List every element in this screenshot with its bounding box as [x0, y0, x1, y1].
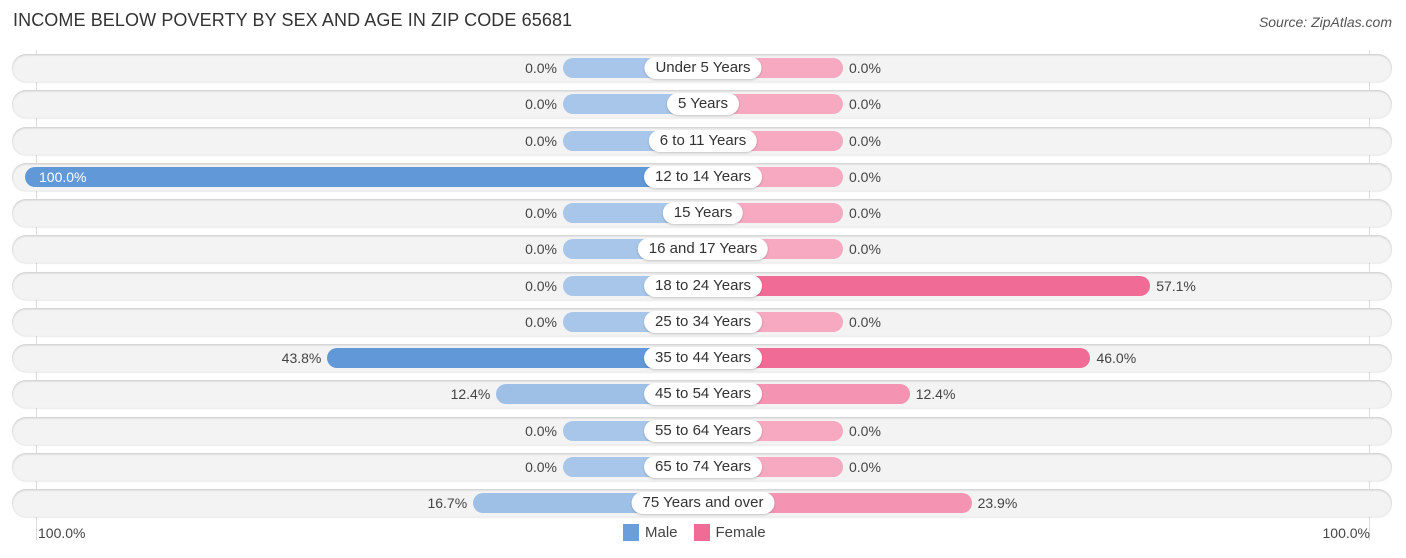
source-label: Source: ZipAtlas.com — [1258, 14, 1392, 30]
category-label: 6 to 11 Years — [648, 129, 758, 152]
female-bar — [703, 275, 1151, 296]
chart-row: 100.0% 0.0% 12 to 14 Years — [12, 162, 1392, 191]
category-label: 5 Years — [666, 93, 740, 116]
female-value-label: 0.0% — [849, 60, 881, 76]
male-value-label: 0.0% — [525, 96, 557, 113]
axis-right-label: 100.0% — [1322, 525, 1370, 541]
female-value-label: 0.0% — [849, 132, 881, 149]
male-value-label: 0.0% — [525, 205, 557, 221]
female-value-label: 0.0% — [849, 168, 881, 185]
legend-male-label: Male — [645, 524, 678, 541]
female-value-label: 46.0% — [1096, 350, 1137, 366]
chart-row: 0.0% 57.1% 18 to 24 Years — [12, 271, 1392, 300]
female-value-label: 57.1% — [1156, 277, 1196, 294]
axis-left-label: 100.0% — [38, 525, 86, 541]
female-value-label: 23.9% — [977, 495, 1018, 511]
male-value-label: 0.0% — [525, 458, 557, 475]
category-label: 12 to 14 Years — [644, 165, 762, 188]
chart-row: 0.0% 0.0% 15 Years — [12, 199, 1392, 227]
male-value-label: 0.0% — [525, 60, 557, 76]
female-value-label: 0.0% — [849, 422, 881, 439]
category-label: 16 and 17 Years — [637, 238, 769, 261]
chart-row: 0.0% 0.0% 16 and 17 Years — [12, 235, 1392, 264]
male-value-label: 0.0% — [525, 277, 557, 294]
category-label: 75 Years and over — [631, 492, 775, 514]
category-label: 45 to 54 Years — [644, 383, 762, 406]
male-value-label: 43.8% — [281, 350, 322, 366]
male-value-label: 16.7% — [427, 495, 468, 511]
legend-male-swatch — [623, 524, 639, 541]
female-value-label: 12.4% — [915, 386, 956, 403]
female-value-label: 0.0% — [849, 96, 881, 113]
legend-female-label: Female — [715, 524, 766, 541]
legend-female-swatch — [693, 524, 710, 541]
chart-title: INCOME BELOW POVERTY BY SEX AND AGE IN Z… — [13, 10, 573, 30]
male-value-label: 0.0% — [525, 313, 557, 330]
chart-row: 0.0% 0.0% 6 to 11 Years — [12, 126, 1392, 155]
chart-row: 0.0% 0.0% 5 Years — [12, 90, 1392, 119]
male-value-label: 100.0% — [39, 168, 87, 185]
chart-row: 0.0% 0.0% 25 to 34 Years — [12, 307, 1392, 336]
chart-row: 12.4% 12.4% 45 to 54 Years — [12, 380, 1392, 409]
male-value-label: 0.0% — [525, 132, 557, 149]
female-value-label: 0.0% — [849, 313, 881, 330]
category-label: Under 5 Years — [644, 57, 762, 79]
category-label: 35 to 44 Years — [644, 347, 762, 369]
female-value-label: 0.0% — [849, 458, 881, 475]
chart-row: 16.7% 23.9% 75 Years and over — [12, 489, 1392, 517]
category-label: 55 to 64 Years — [644, 419, 762, 442]
male-value-label: 0.0% — [525, 241, 557, 258]
chart-row: 0.0% 0.0% Under 5 Years — [12, 54, 1392, 82]
category-label: 65 to 74 Years — [644, 455, 762, 478]
chart-row: 0.0% 0.0% 55 to 64 Years — [12, 416, 1392, 445]
category-label: 18 to 24 Years — [644, 274, 762, 297]
category-label: 15 Years — [662, 202, 744, 224]
male-value-label: 12.4% — [450, 386, 491, 403]
category-label: 25 to 34 Years — [644, 310, 762, 333]
chart-row: 0.0% 0.0% 65 to 74 Years — [12, 452, 1392, 481]
chart-row: 43.8% 46.0% 35 to 44 Years — [12, 344, 1392, 372]
female-value-label: 0.0% — [849, 241, 881, 258]
male-bar — [25, 166, 703, 187]
female-value-label: 0.0% — [849, 205, 881, 221]
male-value-label: 0.0% — [525, 422, 557, 439]
legend: Male Female — [623, 524, 766, 541]
